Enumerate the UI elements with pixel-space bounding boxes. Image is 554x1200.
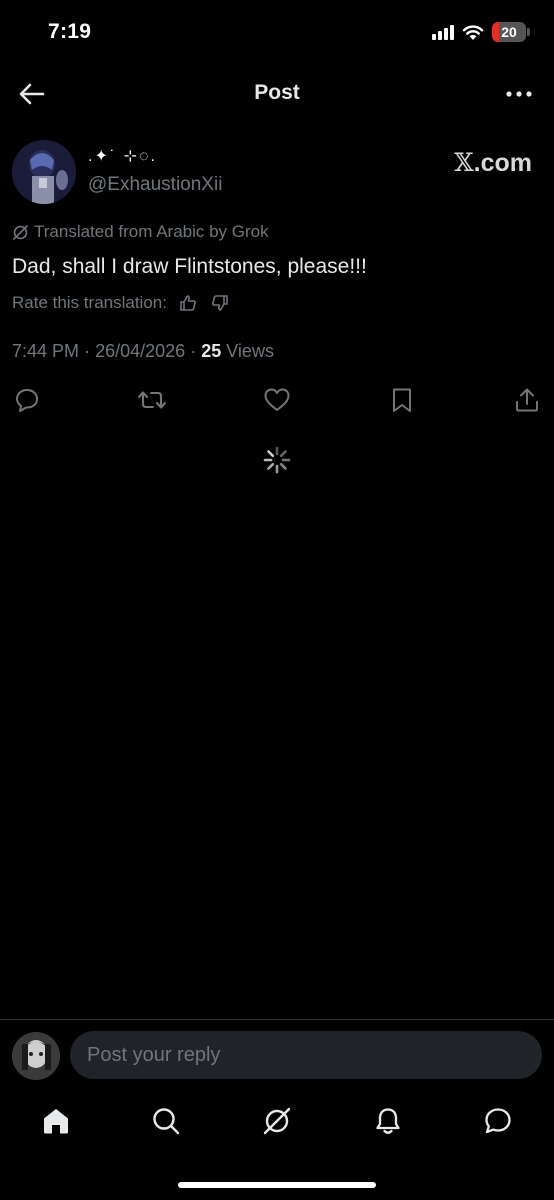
reply-input[interactable]: Post your reply: [70, 1031, 542, 1079]
nav-messages[interactable]: [481, 1104, 515, 1138]
bookmark-button[interactable]: [387, 385, 417, 415]
author-display-name[interactable]: .✦˙ ⊹◌.: [88, 146, 157, 166]
like-icon: [264, 388, 290, 411]
translation-notice: Translated from Arabic by Grok: [12, 222, 269, 242]
post-text: Dad, shall I draw Flintstones, please!!!: [12, 255, 367, 278]
x-logo: 𝕏: [454, 148, 474, 177]
reply-icon: [16, 389, 38, 412]
source-suffix: .com: [473, 149, 532, 177]
status-time: 7:19: [48, 20, 92, 43]
nav-grok[interactable]: [260, 1104, 294, 1138]
wifi-icon: [462, 24, 484, 40]
reply-bar: Post your reply: [0, 1019, 554, 1089]
user-avatar[interactable]: [12, 1032, 60, 1080]
grok-icon: [13, 224, 28, 240]
loading-spinner-icon: [263, 446, 291, 474]
views-label: Views: [226, 341, 274, 361]
meta-separator: ·: [190, 341, 197, 361]
user-avatar-image: [12, 1032, 60, 1080]
post-actions: [12, 384, 542, 416]
thumbs-up-icon[interactable]: [177, 292, 199, 314]
messages-icon: [485, 1108, 511, 1134]
page-title: Post: [254, 81, 300, 104]
repost-icon: [137, 391, 167, 409]
nav-notifications[interactable]: [371, 1104, 405, 1138]
home-icon: [44, 1109, 68, 1134]
post-date: 26/04/2026: [95, 341, 186, 361]
post-metadata: 7:44 PM · 26/04/2026 · 25 Views: [12, 341, 274, 362]
post-time: 7:44 PM: [12, 341, 80, 361]
rate-label: Rate this translation:: [12, 293, 167, 312]
like-button[interactable]: [262, 385, 292, 415]
home-indicator: [178, 1182, 376, 1188]
thumbs-down-icon[interactable]: [209, 292, 231, 314]
bookmark-icon: [393, 388, 411, 412]
source-watermark: 𝕏.com: [454, 148, 532, 178]
notifications-icon: [376, 1108, 400, 1134]
status-icons: 20: [432, 22, 530, 42]
status-bar: 7:19 20: [0, 0, 554, 66]
post-author: .✦˙ ⊹◌. @ExhaustionXii 𝕏.com: [12, 138, 538, 208]
author-handle[interactable]: @ExhaustionXii: [88, 174, 222, 196]
search-icon: [153, 1108, 180, 1135]
bottom-navigation: [0, 1092, 554, 1154]
cellular-signal-icon: [432, 24, 454, 40]
battery-indicator: 20: [492, 22, 530, 42]
rate-translation: Rate this translation:: [12, 292, 231, 314]
repost-button[interactable]: [137, 385, 167, 415]
share-icon: [516, 388, 538, 412]
author-avatar[interactable]: [12, 140, 76, 204]
more-options-button[interactable]: [500, 78, 538, 110]
meta-separator: ·: [84, 341, 91, 361]
nav-home[interactable]: [39, 1104, 73, 1138]
nav-search[interactable]: [149, 1104, 183, 1138]
reply-button[interactable]: [12, 385, 42, 415]
views-count: 25: [201, 341, 222, 361]
grok-icon: [263, 1107, 291, 1135]
translation-label: Translated from Arabic by Grok: [34, 222, 269, 241]
more-icon: [506, 91, 532, 97]
post-header: Post: [0, 66, 554, 122]
avatar-image: [12, 140, 76, 204]
share-button[interactable]: [512, 385, 542, 415]
battery-text: 20: [501, 24, 517, 40]
